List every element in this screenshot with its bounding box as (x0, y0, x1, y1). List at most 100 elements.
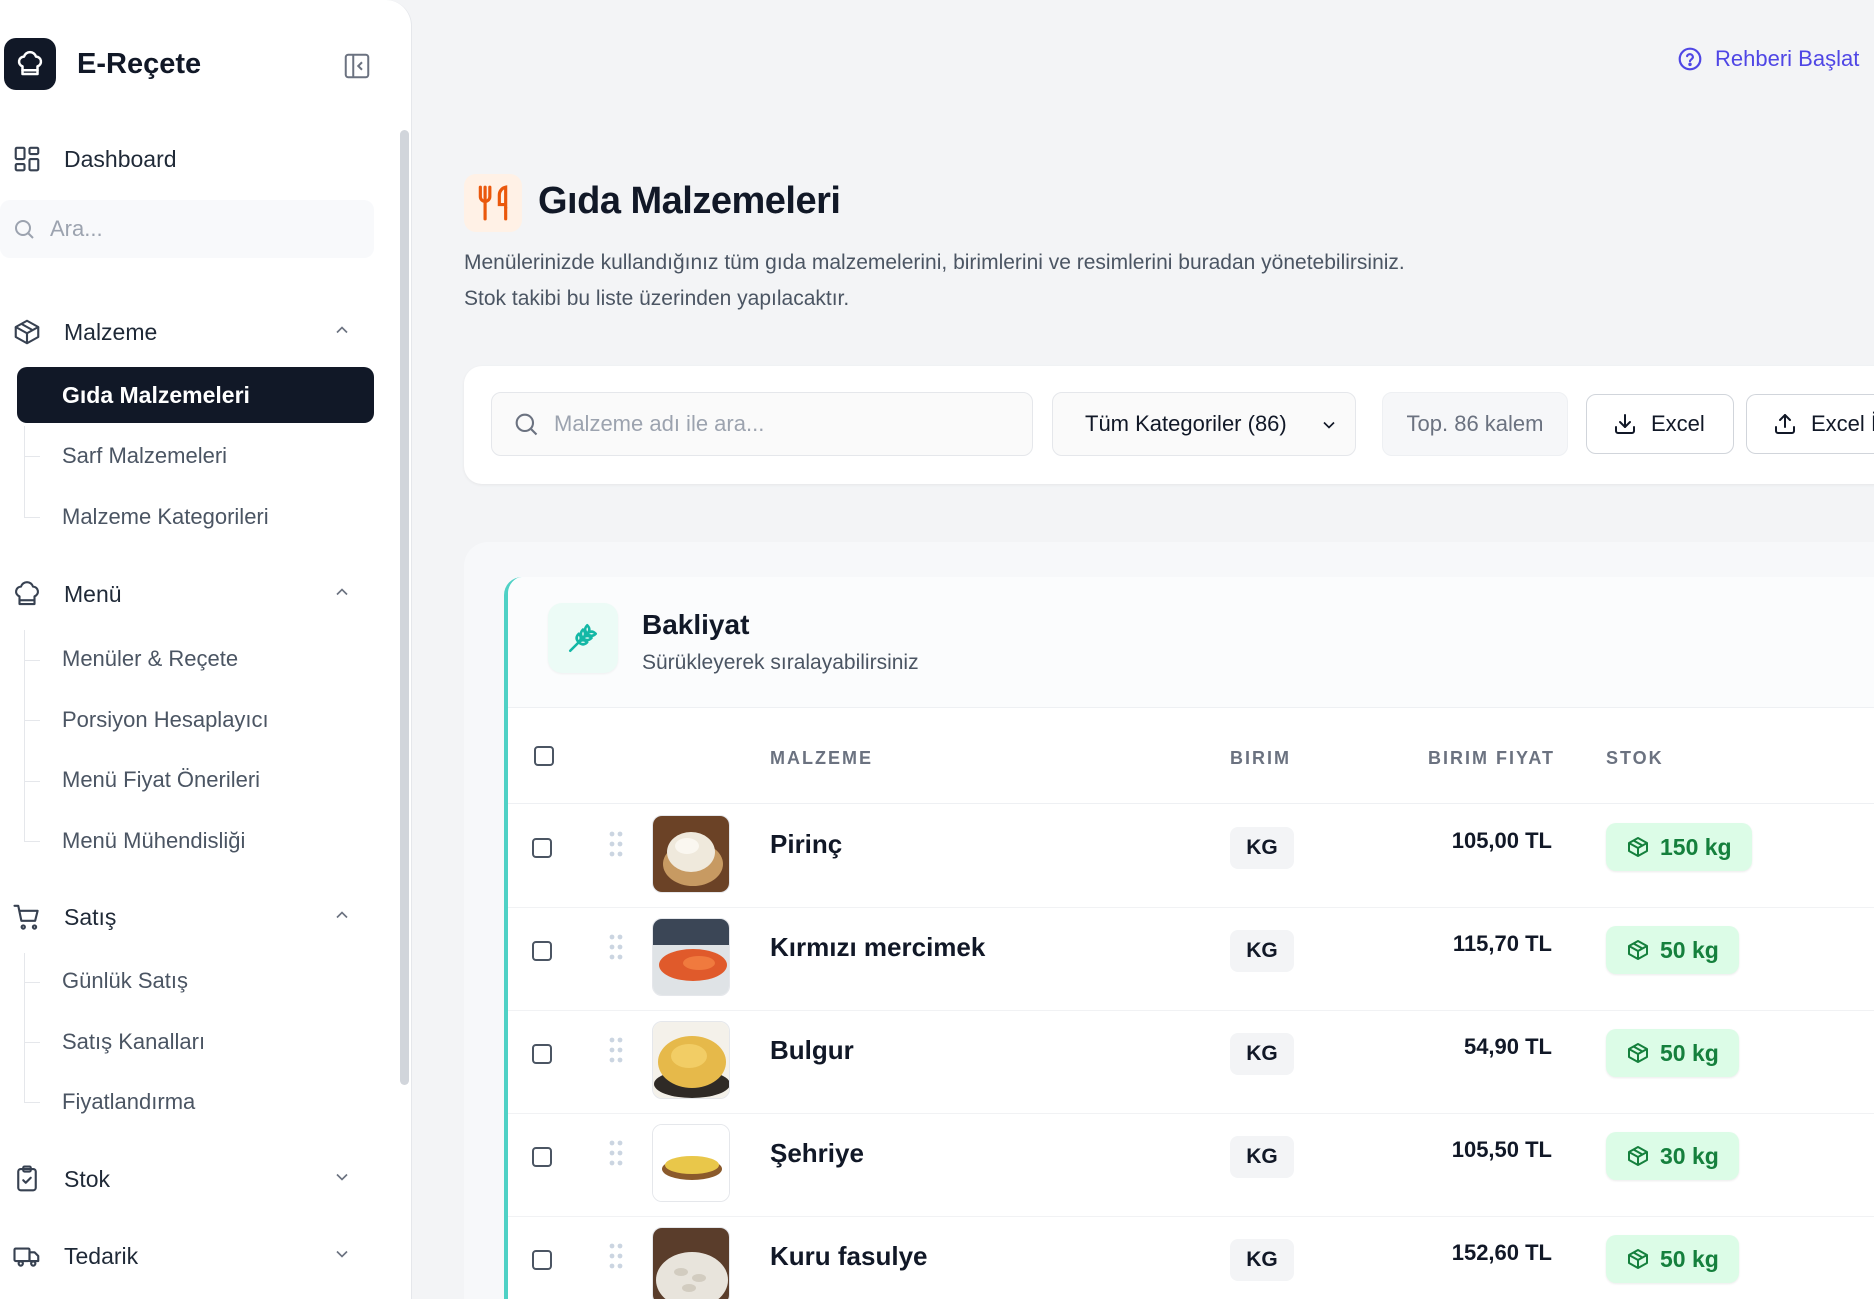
tree-tick (24, 1042, 40, 1043)
tree-tick (24, 660, 40, 661)
clipboard-check-icon (17, 1165, 37, 1192)
tree-tick (24, 1102, 40, 1103)
button-label: Excel İ (1811, 411, 1874, 436)
sidebar-section-malzeme[interactable]: Malzeme (12, 312, 352, 352)
unit-price: 105,50 TL (1451, 1137, 1552, 1162)
tree-tick (24, 982, 40, 983)
sidebar-item-menu-muhendisligi[interactable]: Menü Mühendisliği (62, 828, 245, 854)
start-guide-label: Rehberi Başlat (1715, 46, 1860, 71)
price-cell: 115,70 TL (508, 908, 1552, 1010)
filter-toolbar: Malzeme adı ile ara... Tüm Kategoriler (… (464, 366, 1874, 484)
group-subtitle: Sürükleyerek sıralayabilirsiniz (642, 651, 919, 674)
button-label: Excel (1651, 411, 1705, 436)
chef-hat-logo-icon (4, 38, 56, 90)
unit-price: 105,00 TL (1451, 828, 1552, 853)
group-header: Bakliyat Sürükleyerek sıralayabilirsiniz (508, 577, 1874, 708)
stock-value: 50 kg (1660, 1245, 1719, 1272)
sidebar-item-malzeme-kategorileri[interactable]: Malzeme Kategorileri (62, 504, 269, 530)
sidebar: E-Reçete Dashboard Ara... Malzeme Gıda M… (0, 0, 412, 1299)
table-header: MALZEME BIRIM BIRIM FIYAT STOK (508, 708, 1874, 804)
search-placeholder: Ara... (50, 216, 103, 241)
sidebar-item-menu-fiyat-onerileri[interactable]: Menü Fiyat Önerileri (62, 767, 260, 793)
stock-badge: 50 kg (1606, 1235, 1739, 1283)
tree-tick (24, 781, 40, 782)
description-line: Stok takibi bu liste üzerinden yapılacak… (464, 287, 850, 310)
utensils-icon (464, 174, 522, 232)
unit-price: 54,90 TL (1463, 1034, 1552, 1059)
search-icon (515, 413, 538, 436)
ingredient-search-input[interactable]: Malzeme adı ile ara... (491, 392, 1033, 456)
sidebar-section-tedarik[interactable]: Tedarik (12, 1236, 352, 1276)
sidebar-section-stok[interactable]: Stok (12, 1159, 352, 1199)
download-icon (1615, 414, 1635, 434)
column-header-malzeme[interactable]: MALZEME (770, 748, 873, 769)
chef-hat-icon (15, 581, 39, 606)
category-group-bakliyat: Bakliyat Sürükleyerek sıralayabilirsiniz… (504, 577, 1874, 1299)
sidebar-item-satis-kanallari[interactable]: Satış Kanalları (62, 1029, 205, 1055)
wheat-icon (548, 603, 618, 673)
package-icon (1628, 940, 1648, 960)
excel-export-button[interactable]: Excel (1586, 394, 1734, 454)
sidebar-section-menu[interactable]: Menü (12, 574, 352, 614)
layout-grid-icon (14, 146, 40, 172)
brand[interactable]: E-Reçete (4, 38, 201, 90)
search-icon (15, 220, 34, 239)
page-title: Gıda Malzemeleri (538, 180, 841, 222)
stock-badge: 50 kg (1606, 926, 1739, 974)
column-header-stok[interactable]: STOK (1606, 748, 1664, 769)
table-row[interactable]: Bulgur KG 54,90 TL 50 kg (508, 1011, 1874, 1114)
stock-value: 50 kg (1660, 936, 1719, 963)
section-label: Satış (64, 903, 117, 930)
box-icon (14, 319, 40, 345)
stock-value: 50 kg (1660, 1039, 1719, 1066)
unit-price: 115,70 TL (1452, 931, 1552, 956)
sidebar-section-satis[interactable]: Satış (12, 897, 352, 937)
chevron-down-icon (336, 1173, 348, 1181)
chevron-down-icon (336, 1250, 348, 1258)
sidebar-search-input[interactable]: Ara... (0, 200, 374, 258)
table-row[interactable]: Kırmızı mercimek KG 115,70 TL 50 kg (508, 908, 1874, 1011)
price-cell: 105,50 TL (508, 1114, 1552, 1216)
brand-name: E-Reçete (77, 47, 202, 80)
section-label: Tedarik (64, 1242, 139, 1269)
help-circle-icon (1678, 47, 1702, 71)
section-label: Stok (64, 1165, 111, 1192)
table-row[interactable]: Şehriye KG 105,50 TL 30 kg (508, 1114, 1874, 1217)
start-guide-link[interactable]: Rehberi Başlat (1677, 46, 1859, 72)
sidebar-scrollbar[interactable] (400, 130, 409, 1085)
select-all-checkbox[interactable] (534, 746, 554, 766)
group-title: Bakliyat (642, 609, 750, 640)
table-row[interactable]: Pirinç KG 105,00 TL 150 kg (508, 805, 1874, 908)
sidebar-item-fiyatlandirma[interactable]: Fiyatlandırma (62, 1089, 195, 1115)
package-icon (1628, 837, 1648, 857)
stock-value: 30 kg (1660, 1142, 1719, 1169)
sidebar-item-gida-malzemeleri[interactable]: Gıda Malzemeleri (17, 367, 374, 423)
package-icon (1628, 1249, 1648, 1269)
category-select[interactable]: Tüm Kategoriler (86) (1052, 392, 1356, 456)
description-line: Menülerinizde kullandığınız tüm gıda mal… (464, 251, 1405, 274)
table-row[interactable]: Kuru fasulye KG 152,60 TL 50 kg (508, 1217, 1874, 1299)
column-header-birim-fiyat[interactable]: BIRIM FIYAT (1428, 748, 1555, 769)
tree-line (24, 953, 25, 1103)
section-label: Malzeme (64, 318, 158, 345)
price-cell: 54,90 TL (508, 1011, 1552, 1113)
sidebar-collapse-button[interactable] (342, 51, 372, 81)
stock-value: 150 kg (1660, 833, 1732, 860)
sidebar-item-sarf-malzemeleri[interactable]: Sarf Malzemeleri (62, 443, 227, 469)
chevron-up-icon (336, 911, 348, 919)
panel-left-icon (344, 53, 370, 79)
tree-tick (24, 720, 40, 721)
stock-badge: 50 kg (1606, 1029, 1739, 1077)
sidebar-item-gunluk-satis[interactable]: Günlük Satış (62, 968, 188, 994)
excel-import-button[interactable]: Excel İ (1746, 394, 1874, 454)
column-header-birim[interactable]: BIRIM (1230, 748, 1291, 769)
chevron-up-icon (336, 588, 348, 596)
upload-icon (1775, 414, 1795, 434)
package-icon (1628, 1146, 1648, 1166)
sidebar-item-menuler-recete[interactable]: Menüler & Reçete (62, 646, 238, 672)
sidebar-item-label: Dashboard (64, 145, 177, 172)
package-icon (1628, 1043, 1648, 1063)
sidebar-item-dashboard[interactable]: Dashboard (12, 144, 177, 174)
sidebar-item-porsiyon-hesaplayici[interactable]: Porsiyon Hesaplayıcı (62, 707, 269, 733)
total-count-badge: Top. 86 kalem (1382, 392, 1568, 456)
